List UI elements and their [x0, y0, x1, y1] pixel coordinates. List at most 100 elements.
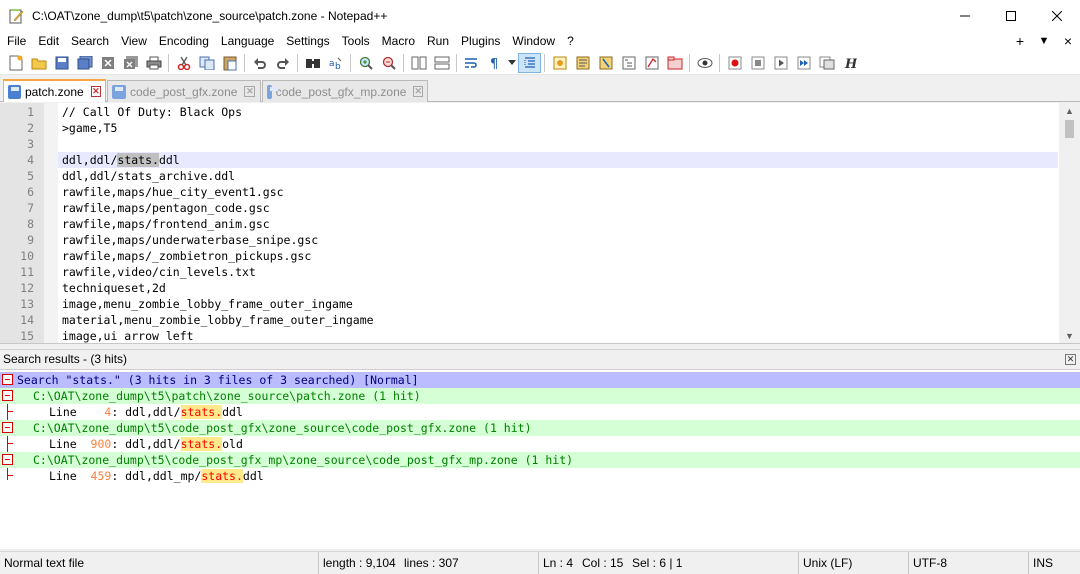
fold-collapse-icon[interactable] [2, 454, 13, 465]
editor-vertical-scrollbar[interactable]: ▲ ▼ [1059, 103, 1080, 343]
stop-macro-icon[interactable] [746, 53, 769, 73]
menu-search[interactable]: Search [64, 31, 114, 51]
add-tab-button[interactable]: + [1008, 33, 1032, 49]
menu-tools[interactable]: Tools [335, 31, 375, 51]
minimize-button[interactable] [942, 0, 988, 31]
new-file-icon[interactable] [4, 53, 27, 73]
menu-plugins[interactable]: Plugins [454, 31, 505, 51]
scrollbar-thumb[interactable] [1065, 120, 1074, 138]
text-editor[interactable]: 1 // Call Of Duty: Black Ops 2 >game,T5 … [0, 103, 1080, 344]
menu-encoding[interactable]: Encoding [152, 31, 214, 51]
close-all-icon[interactable] [119, 53, 142, 73]
code-line[interactable]: >game,T5 [62, 121, 117, 135]
tab-code-post-gfx-zone[interactable]: code_post_gfx.zone ✕ [107, 80, 261, 102]
paste-icon[interactable] [218, 53, 241, 73]
maximize-button[interactable] [988, 0, 1034, 31]
code-line[interactable]: rawfile,maps/pentagon_code.gsc [62, 201, 270, 215]
find-icon[interactable] [301, 53, 324, 73]
code-line[interactable]: // Call Of Duty: Black Ops [62, 105, 242, 119]
doc-map-icon[interactable] [571, 53, 594, 73]
fold-collapse-icon[interactable] [2, 390, 13, 401]
menu-language[interactable]: Language [214, 31, 279, 51]
redo-icon[interactable] [271, 53, 294, 73]
close-tab-icon[interactable]: ✕ [244, 86, 256, 97]
zoom-in-icon[interactable] [354, 53, 377, 73]
code-line[interactable]: ddl,ddl/stats_archive.ddl [62, 169, 235, 183]
code-line-current[interactable]: ddl,ddl/stats.ddl [62, 153, 180, 167]
document-list-icon[interactable] [640, 53, 663, 73]
save-macro-icon[interactable] [815, 53, 838, 73]
toolbar-separator [168, 53, 169, 72]
menu-help[interactable]: ? [560, 31, 579, 51]
print-icon[interactable] [142, 53, 165, 73]
tab-list-button[interactable]: ▼ [1032, 35, 1056, 47]
user-lang-icon[interactable] [548, 53, 571, 73]
record-macro-icon[interactable] [723, 53, 746, 73]
open-file-icon[interactable] [27, 53, 50, 73]
toolbar-separator [689, 53, 690, 72]
zoom-out-icon[interactable] [377, 53, 400, 73]
scroll-down-icon[interactable]: ▼ [1059, 328, 1080, 343]
spell-check-icon[interactable]: H [838, 53, 861, 73]
code-line[interactable]: image,menu_zombie_lobby_frame_outer_inga… [62, 297, 353, 311]
indent-guide-icon[interactable] [518, 52, 541, 73]
menu-edit[interactable]: Edit [31, 31, 64, 51]
replace-icon[interactable]: ab [324, 53, 347, 73]
project-panel-icon[interactable] [663, 53, 686, 73]
fold-collapse-icon[interactable] [2, 374, 13, 385]
menu-macro[interactable]: Macro [375, 31, 420, 51]
code-line[interactable]: rawfile,maps/hue_city_event1.gsc [62, 185, 284, 199]
undo-icon[interactable] [248, 53, 271, 73]
result-file-line[interactable]: C:\OAT\zone_dump\t5\patch\zone_source\pa… [0, 388, 1080, 404]
result-hit-line[interactable]: Line 900: ddl,ddl/stats.old [0, 436, 1080, 452]
code-text: ddl,ddl/ [62, 153, 118, 167]
result-hit-line[interactable]: Line 459: ddl,ddl_mp/stats.ddl [0, 468, 1080, 484]
result-hit-line[interactable]: Line 4: ddl,ddl/stats.ddl [0, 404, 1080, 420]
code-line[interactable]: rawfile,maps/_zombietron_pickups.gsc [62, 249, 311, 263]
search-results-list[interactable]: Search "stats." (3 hits in 3 files of 3 … [0, 369, 1080, 549]
sync-horizontal-icon[interactable] [430, 53, 453, 73]
code-line[interactable]: image,ui arrow left [62, 329, 194, 343]
result-file-line[interactable]: C:\OAT\zone_dump\t5\code_post_gfx\zone_s… [0, 420, 1080, 436]
scroll-up-icon[interactable]: ▲ [1059, 103, 1080, 119]
tab-code-post-gfx-mp-zone[interactable]: code_post_gfx_mp.zone ✕ [262, 80, 428, 102]
tab-patch-zone[interactable]: patch.zone ✕ [3, 79, 106, 102]
menu-window[interactable]: Window [505, 31, 560, 51]
close-window-button[interactable] [1034, 0, 1080, 31]
word-wrap-icon[interactable] [460, 53, 483, 73]
status-encoding[interactable]: UTF-8 [908, 552, 1028, 574]
status-eol[interactable]: Unix (LF) [798, 552, 908, 574]
close-icon[interactable] [96, 53, 119, 73]
result-file-line[interactable]: C:\OAT\zone_dump\t5\code_post_gfx_mp\zon… [0, 452, 1080, 468]
show-all-chars-icon[interactable]: ¶ [483, 53, 506, 73]
menu-file[interactable]: File [0, 31, 31, 51]
code-line[interactable]: rawfile,maps/underwaterbase_snipe.gsc [62, 233, 318, 247]
sync-vertical-icon[interactable] [407, 53, 430, 73]
menu-run[interactable]: Run [420, 31, 454, 51]
code-line[interactable]: material,menu_zombie_lobby_frame_outer_i… [62, 313, 374, 327]
show-chars-dropdown-icon[interactable] [506, 53, 518, 73]
play-macro-icon[interactable] [769, 53, 792, 73]
run-macro-multiple-icon[interactable] [792, 53, 815, 73]
code-line[interactable]: rawfile,maps/frontend_anim.gsc [62, 217, 270, 231]
search-summary-line[interactable]: Search "stats." (3 hits in 3 files of 3 … [0, 372, 1080, 388]
status-insert-mode[interactable]: INS [1028, 552, 1080, 574]
save-icon[interactable] [50, 53, 73, 73]
selected-text: stats. [117, 153, 159, 167]
menu-settings[interactable]: Settings [279, 31, 334, 51]
function-list-icon[interactable] [594, 53, 617, 73]
save-all-icon[interactable] [73, 53, 96, 73]
code-text: ddl [158, 153, 180, 167]
close-tab-icon[interactable]: ✕ [413, 86, 423, 97]
cut-icon[interactable] [172, 53, 195, 73]
close-tab-icon[interactable]: ✕ [90, 86, 101, 97]
code-line[interactable]: rawfile,video/cin_levels.txt [62, 265, 256, 279]
copy-icon[interactable] [195, 53, 218, 73]
folder-workspace-icon[interactable] [617, 53, 640, 73]
close-panel-icon[interactable]: ✕ [1065, 353, 1076, 365]
code-line[interactable]: techniqueset,2d [62, 281, 166, 295]
close-doc-button[interactable]: × [1056, 33, 1080, 49]
menu-view[interactable]: View [114, 31, 152, 51]
fold-collapse-icon[interactable] [2, 422, 13, 433]
monitoring-icon[interactable] [693, 53, 716, 73]
